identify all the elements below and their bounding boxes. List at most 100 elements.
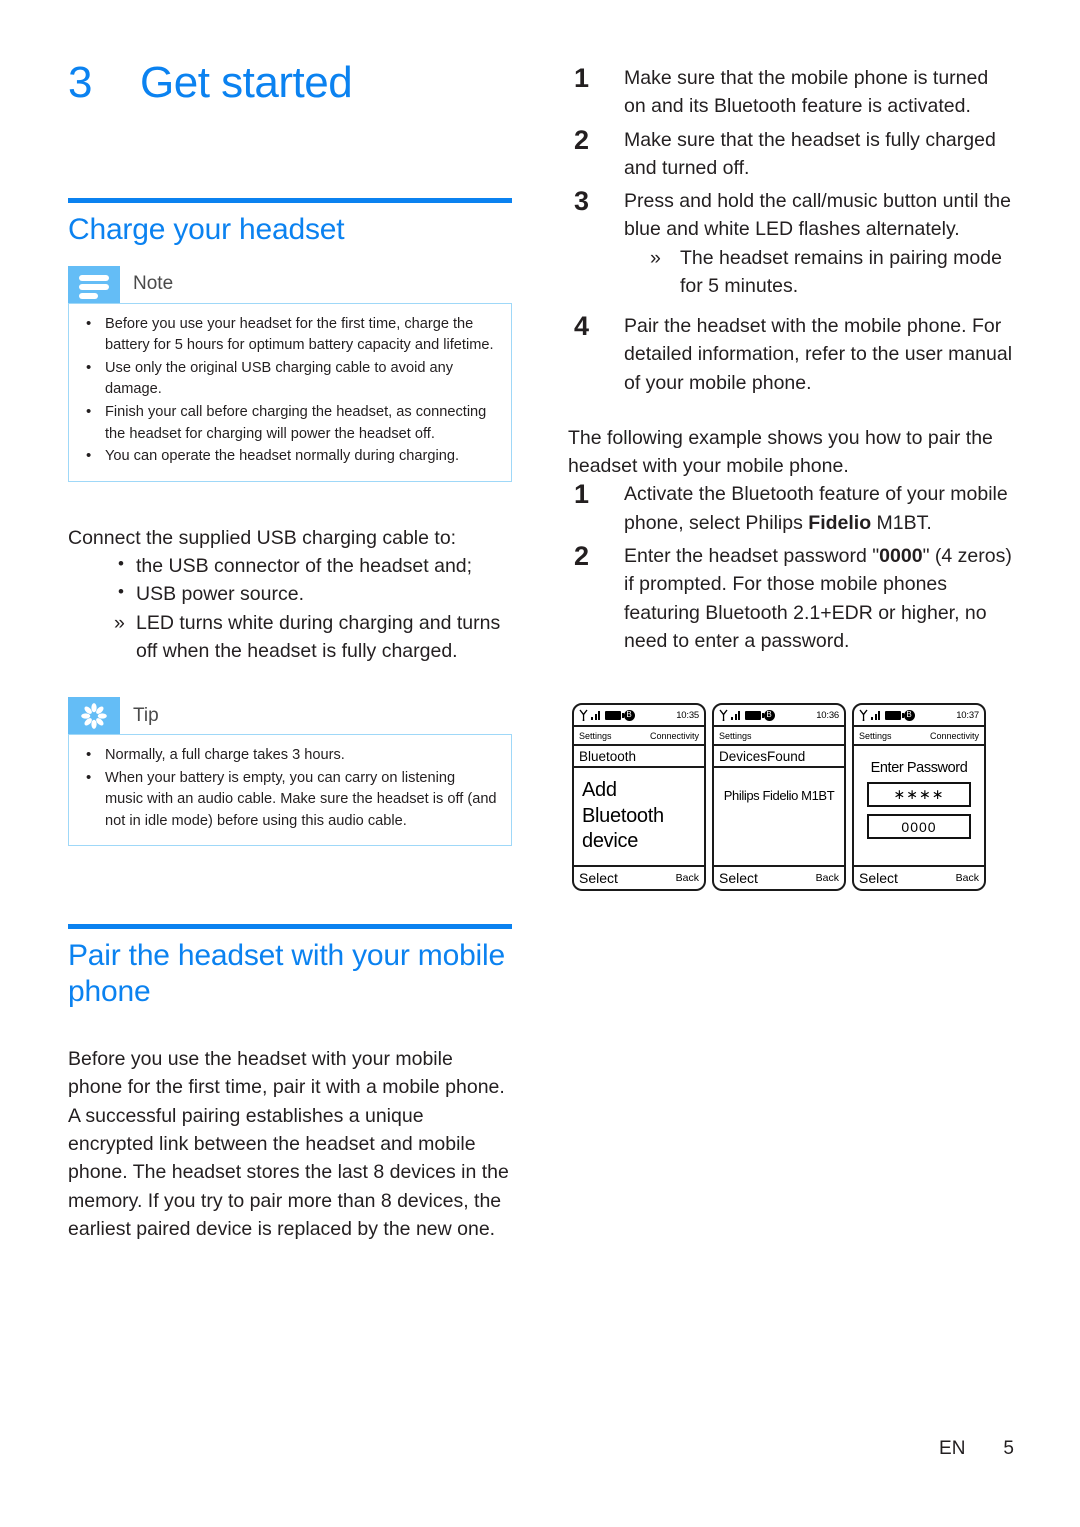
phone-breadcrumb: Settings Connectivity	[854, 727, 984, 746]
battery-icon	[884, 710, 904, 720]
softkey-select[interactable]: Select	[719, 870, 758, 886]
example-intro-text: The following example shows you how to p…	[568, 426, 993, 478]
phone-screen-content: Add Bluetooth device	[582, 779, 664, 853]
softkey-back[interactable]: Back	[676, 872, 699, 884]
charge-bullet-list: • the USB connector of the headset and; …	[68, 552, 512, 665]
page-footer: EN 5	[0, 1438, 1014, 1460]
phone-status-bar: B 10:35	[574, 705, 704, 727]
note-callout: Note Before you use your headset for the…	[68, 265, 512, 482]
step-number: 1	[574, 479, 590, 510]
tip-callout-label: Tip	[133, 704, 159, 726]
tip-callout-header: Tip	[68, 697, 512, 735]
breadcrumb-left: Settings	[859, 730, 892, 741]
footer-language: EN	[939, 1438, 966, 1459]
phone-screen-content: Enter Password ∗∗∗∗ 0000	[854, 746, 984, 865]
section-rule	[68, 198, 512, 204]
note-lines-icon	[68, 265, 120, 303]
step-item: 2 Make sure that the headset is fully ch…	[568, 124, 1014, 183]
section-heading-pair: Pair the headset with your mobile phone	[68, 939, 505, 1008]
phone-screen-content[interactable]: Philips Fidelio M1BT	[714, 768, 844, 865]
pair-intro-paragraph: Before you use the headset with your mob…	[68, 1048, 509, 1240]
right-column: 1 Make sure that the mobile phone is tur…	[568, 63, 1014, 660]
bluetooth-icon: B	[623, 709, 635, 721]
step-number: 2	[574, 124, 590, 155]
step-item: 3 Press and hold the call/music button u…	[568, 186, 1014, 301]
list-item: » LED turns white during charging and tu…	[68, 609, 512, 666]
bullet-marker: •	[118, 582, 124, 602]
softkey-select[interactable]: Select	[579, 870, 618, 886]
phone-clock: 10:35	[676, 709, 699, 721]
note-item: You can operate the headset normally dur…	[79, 445, 497, 468]
antenna-icon	[859, 709, 868, 721]
softkey-back[interactable]: Back	[956, 872, 979, 884]
phone-screen-devices-found: B 10:36 Settings DevicesFound Philips Fi…	[712, 703, 846, 891]
signal-bars-icon	[731, 710, 742, 720]
phone-screen-add-bluetooth-device: B 10:35 Settings Connectivity Bluetooth …	[572, 703, 706, 891]
phone-breadcrumb: Settings	[714, 727, 844, 746]
breadcrumb-left: Settings	[579, 730, 612, 741]
tip-item: When your battery is empty, you can carr…	[79, 767, 497, 833]
note-callout-body: Before you use your headset for the firs…	[68, 302, 512, 482]
phone-softkey-bar: Select Back	[714, 865, 844, 889]
note-callout-header: Note	[68, 265, 512, 303]
note-callout-label: Note	[133, 273, 174, 295]
phone-screen-illustrations: B 10:35 Settings Connectivity Bluetooth …	[572, 703, 986, 891]
footer-page-number: 5	[1003, 1438, 1014, 1459]
phone-softkey-bar: Select Back	[854, 865, 984, 889]
step-item: 1 Make sure that the mobile phone is tur…	[568, 63, 1014, 121]
charge-intro-text: Connect the supplied USB charging cable …	[68, 526, 457, 549]
step-item: 2 Enter the headset password "0000" (4 z…	[568, 540, 1014, 655]
list-item: • the USB connector of the headset and;	[68, 552, 512, 580]
phone-status-bar: B 10:37	[854, 705, 984, 727]
phone-softkey-bar: Select Back	[574, 865, 704, 889]
step-sub-list: » The headset remains in pairing mode fo…	[624, 244, 1014, 301]
phone-breadcrumb: Settings Connectivity	[574, 727, 704, 746]
step-number: 1	[574, 63, 590, 93]
phone-screen-enter-password: B 10:37 Settings Connectivity Enter Pass…	[852, 703, 986, 891]
chapter-number: 3	[68, 58, 92, 107]
step-number: 2	[574, 540, 590, 571]
phone-screen-title: DevicesFound	[714, 746, 844, 768]
left-column: 3 Get started Charge your headset Note B…	[68, 58, 512, 1243]
password-masked-field[interactable]: ∗∗∗∗	[867, 782, 971, 807]
arrow-marker: »	[650, 246, 661, 269]
list-item: • USB power source.	[68, 580, 512, 608]
tip-callout: Tip Normally, a full charge takes 3 hour…	[68, 697, 512, 847]
phone-clock: 10:36	[816, 709, 839, 721]
bullet-marker: •	[118, 554, 124, 573]
password-value-field[interactable]: 0000	[867, 814, 971, 839]
note-item: Finish your call before charging the hea…	[79, 401, 497, 445]
battery-icon	[744, 710, 764, 720]
softkey-select[interactable]: Select	[859, 870, 898, 886]
step-text-emphasis: 0000	[879, 544, 923, 567]
chapter-title: 3 Get started	[68, 58, 512, 107]
phone-status-bar: B 10:36	[714, 705, 844, 727]
tip-callout-body: Normally, a full charge takes 3 hours. W…	[68, 734, 512, 847]
tip-item: Normally, a full charge takes 3 hours.	[79, 744, 497, 767]
breadcrumb-left: Settings	[719, 730, 752, 741]
section-heading-charge: Charge your headset	[68, 213, 345, 247]
section-rule	[68, 924, 512, 930]
signal-bars-icon	[591, 710, 602, 720]
step-text: Activate the Bluetooth feature of your m…	[624, 483, 1008, 533]
battery-icon	[604, 710, 624, 720]
step-text-emphasis: Fidelio	[808, 511, 872, 534]
arrow-marker: »	[114, 611, 125, 634]
antenna-icon	[719, 709, 728, 721]
step-number: 4	[574, 311, 590, 342]
phone-screen-title: Bluetooth	[574, 746, 704, 768]
step-text-pre: Enter the headset password "	[624, 544, 880, 567]
example-steps-list: 1 Activate the Bluetooth feature of your…	[568, 479, 1014, 655]
breadcrumb-right: Connectivity	[929, 730, 979, 741]
list-item-label: the USB connector of the headset and;	[136, 555, 473, 577]
manual-page: 3 Get started Charge your headset Note B…	[0, 0, 1080, 1527]
pairing-steps-list: 1 Make sure that the mobile phone is tur…	[568, 63, 1014, 397]
step-text: Pair the headset with the mobile phone. …	[624, 315, 1013, 394]
phone-clock: 10:37	[956, 709, 979, 721]
list-item-label: USB power source.	[136, 583, 304, 606]
sub-item-label: The headset remains in pairing mode for …	[680, 246, 1002, 297]
step-text: Press and hold the call/music button unt…	[624, 190, 1011, 241]
note-item: Before you use your headset for the firs…	[79, 313, 497, 357]
softkey-back[interactable]: Back	[816, 872, 839, 884]
antenna-icon	[579, 709, 588, 721]
